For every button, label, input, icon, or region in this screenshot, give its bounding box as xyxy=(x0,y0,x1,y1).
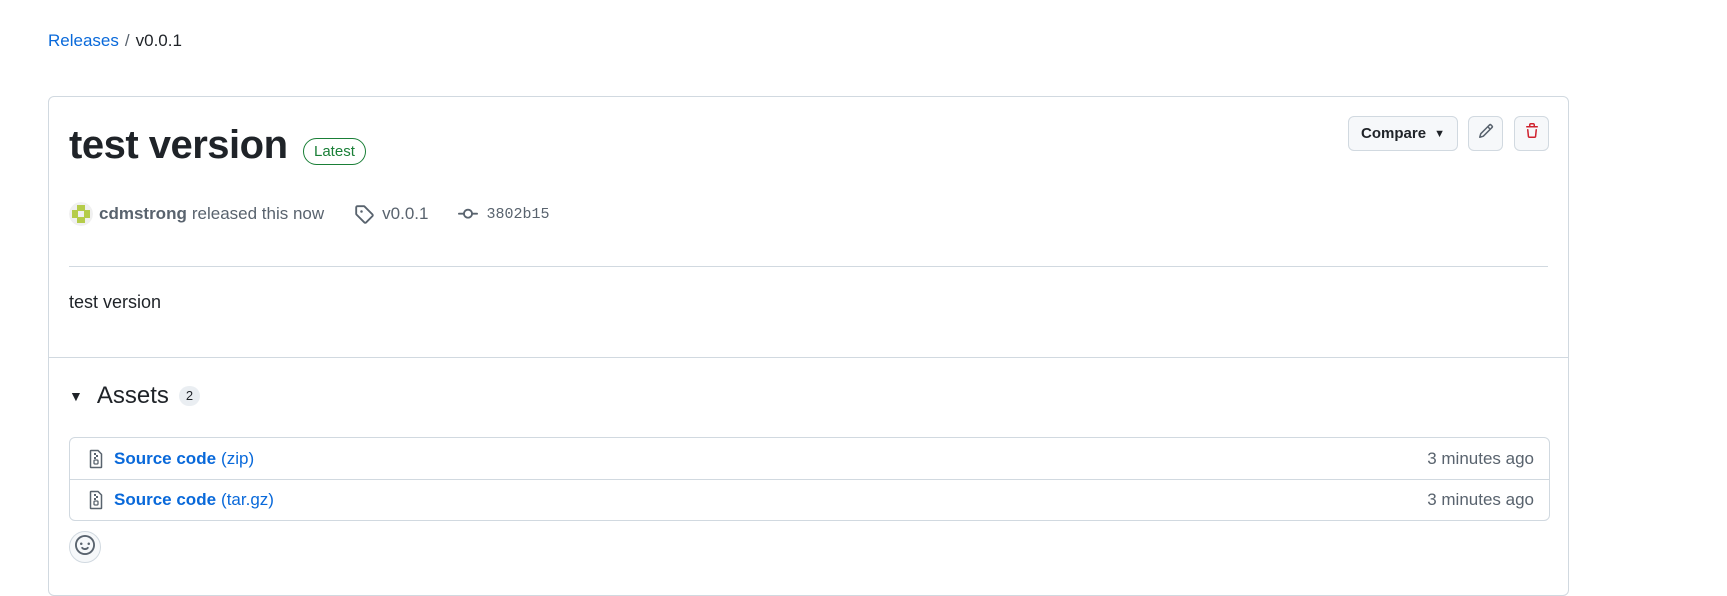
breadcrumb-separator: / xyxy=(124,31,130,50)
tag-link[interactable]: v0.0.1 xyxy=(382,204,428,224)
asset-link[interactable]: Source code xyxy=(114,449,216,469)
breadcrumb-releases-link[interactable]: Releases xyxy=(48,31,119,50)
file-zip-icon xyxy=(88,449,104,469)
release-notes: test version xyxy=(69,292,162,312)
tag-icon xyxy=(354,204,374,224)
assets-title: Assets xyxy=(96,382,169,409)
avatar[interactable] xyxy=(69,202,93,226)
file-zip-icon xyxy=(88,490,104,510)
list-item: Source code (zip) 3 minutes ago xyxy=(70,438,1549,479)
add-reaction-button[interactable] xyxy=(69,531,101,563)
asset-extension[interactable]: (tar.gz) xyxy=(221,490,274,510)
assets-count-badge: 2 xyxy=(178,386,201,406)
release-title: test version xyxy=(69,123,288,167)
commit-link[interactable]: 3802b15 xyxy=(486,206,549,223)
release-action-text: released this now xyxy=(191,204,325,223)
trash-icon xyxy=(1524,123,1540,144)
asset-extension[interactable]: (zip) xyxy=(221,449,254,469)
compare-label: Compare xyxy=(1361,125,1427,142)
assets-header[interactable]: ▼ Assets 2 xyxy=(69,381,201,411)
divider xyxy=(49,357,1568,358)
release-card: test version Latest Compare ▼ cdmstrong … xyxy=(48,96,1569,596)
edit-release-button[interactable] xyxy=(1468,116,1503,151)
breadcrumb-current: v0.0.1 xyxy=(135,31,182,50)
asset-link[interactable]: Source code xyxy=(114,490,216,510)
triangle-down-icon[interactable]: ▼ xyxy=(69,388,83,404)
asset-time: 3 minutes ago xyxy=(1427,490,1534,509)
caret-down-icon: ▼ xyxy=(1434,127,1445,140)
smiley-icon xyxy=(75,534,95,560)
assets-list: Source code (zip) 3 minutes ago Source c… xyxy=(69,437,1550,521)
pencil-icon xyxy=(1478,123,1494,144)
compare-button[interactable]: Compare ▼ xyxy=(1348,116,1458,151)
breadcrumb: Releases / v0.0.1 xyxy=(48,31,182,51)
delete-release-button[interactable] xyxy=(1514,116,1549,151)
asset-time: 3 minutes ago xyxy=(1427,448,1534,468)
author-link[interactable]: cdmstrong xyxy=(99,204,187,224)
release-meta: cdmstrong released this now v0.0.1 3802b… xyxy=(69,201,549,227)
divider xyxy=(69,266,1548,267)
git-commit-icon xyxy=(458,204,479,224)
latest-badge: Latest xyxy=(303,138,366,165)
list-item: Source code (tar.gz) 3 minutes ago xyxy=(70,479,1549,520)
